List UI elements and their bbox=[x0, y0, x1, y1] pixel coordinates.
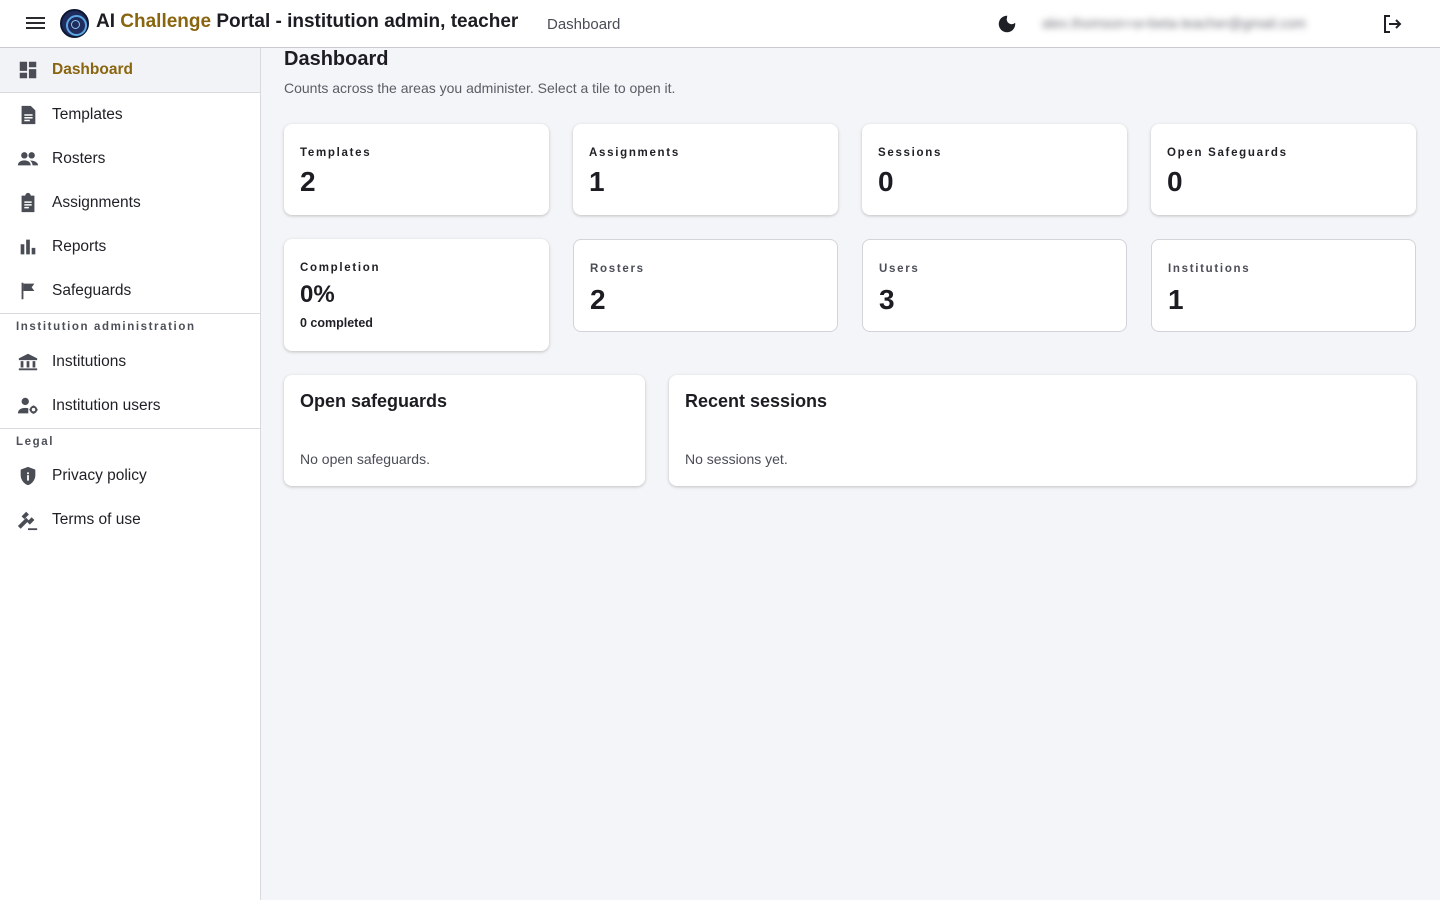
page-title: Dashboard bbox=[284, 48, 389, 70]
panel-title: Open safeguards bbox=[300, 391, 448, 411]
tile-label: Completion bbox=[300, 262, 381, 274]
tile-label: Sessions bbox=[878, 147, 943, 159]
dashboard-icon bbox=[17, 59, 39, 81]
tile-rosters[interactable]: Rosters 2 bbox=[573, 239, 838, 332]
tile-value: 0% bbox=[300, 281, 335, 308]
sidebar-item-institution-users[interactable]: Institution users bbox=[0, 384, 260, 428]
sidebar-item-label: Institution users bbox=[52, 397, 161, 414]
sidebar-item-label: Safeguards bbox=[52, 282, 132, 299]
empty-state: No sessions yet. bbox=[685, 451, 788, 467]
tile-users[interactable]: Users 3 bbox=[862, 239, 1127, 332]
sidebar-item-safeguards[interactable]: Safeguards bbox=[0, 269, 260, 313]
clipboard-icon bbox=[17, 192, 39, 214]
logout-icon[interactable] bbox=[1380, 12, 1404, 36]
panel-open-safeguards: Open safeguards No open safeguards. bbox=[284, 375, 645, 486]
app-title-suffix: Portal - institution admin, teacher bbox=[211, 11, 519, 32]
app-title-accent: Challenge bbox=[120, 11, 212, 32]
tile-templates[interactable]: Templates 2 bbox=[284, 124, 549, 215]
user-gear-icon bbox=[17, 395, 39, 417]
sidebar-item-templates[interactable]: Templates bbox=[0, 93, 260, 137]
sidebar-item-label: Reports bbox=[52, 238, 107, 255]
app-title: AI Challenge Portal - institution admin,… bbox=[96, 11, 518, 33]
sidebar-item-label: Privacy policy bbox=[52, 467, 147, 484]
sidebar-item-label: Assignments bbox=[52, 194, 141, 211]
panel-title: Recent sessions bbox=[685, 391, 828, 411]
tile-value: 0 bbox=[1167, 166, 1183, 197]
sidebar-item-label: Templates bbox=[52, 106, 123, 123]
tile-value: 2 bbox=[590, 284, 606, 315]
tile-label: Institutions bbox=[1168, 263, 1251, 275]
document-icon bbox=[17, 104, 39, 126]
bar-chart-icon bbox=[17, 236, 39, 258]
app-title-prefix: AI bbox=[96, 11, 121, 32]
tile-value: 1 bbox=[589, 166, 605, 197]
sidebar-item-label: Dashboard bbox=[52, 61, 133, 78]
tile-open-safeguards[interactable]: Open Safeguards 0 bbox=[1151, 124, 1416, 215]
tile-label: Templates bbox=[300, 147, 372, 159]
sidebar-item-label: Institutions bbox=[52, 353, 127, 370]
sidebar-item-privacy[interactable]: Privacy policy bbox=[0, 454, 260, 498]
page-subtitle: Counts across the areas you administer. … bbox=[284, 80, 676, 96]
bank-icon bbox=[17, 351, 39, 373]
tile-completion[interactable]: Completion 0% 0 completed bbox=[284, 239, 549, 351]
menu-icon[interactable] bbox=[22, 14, 50, 34]
moon-icon[interactable] bbox=[996, 13, 1018, 35]
shield-icon bbox=[17, 465, 39, 487]
sidebar-item-terms[interactable]: Terms of use bbox=[0, 498, 260, 542]
user-email: alex.thomson+a+beta-teacher@gmail.com bbox=[1042, 15, 1307, 31]
sidebar-item-assignments[interactable]: Assignments bbox=[0, 181, 260, 225]
people-icon bbox=[17, 148, 39, 170]
sidebar-item-label: Terms of use bbox=[52, 511, 141, 528]
panel-recent-sessions: Recent sessions No sessions yet. bbox=[669, 375, 1416, 486]
section-label-legal: Legal bbox=[16, 436, 55, 448]
tile-subtext: 0 completed bbox=[300, 316, 373, 330]
top-app-bar: AI Challenge Portal - institution admin,… bbox=[0, 0, 1440, 48]
sidebar-item-institutions[interactable]: Institutions bbox=[0, 340, 260, 384]
tile-value: 0 bbox=[878, 166, 894, 197]
breadcrumb: Dashboard bbox=[547, 16, 621, 33]
sidebar-divider bbox=[0, 428, 260, 429]
app-logo bbox=[60, 9, 89, 38]
tile-label: Rosters bbox=[590, 263, 645, 275]
tile-value: 3 bbox=[879, 284, 895, 315]
tile-assignments[interactable]: Assignments 1 bbox=[573, 124, 838, 215]
tile-label: Users bbox=[879, 263, 920, 275]
tile-institutions[interactable]: Institutions 1 bbox=[1151, 239, 1416, 332]
empty-state: No open safeguards. bbox=[300, 451, 430, 467]
sidebar: Dashboard Templates Rosters Assignments … bbox=[0, 48, 261, 900]
sidebar-item-label: Rosters bbox=[52, 150, 106, 167]
section-label-admin: Institution administration bbox=[16, 321, 196, 333]
sidebar-item-reports[interactable]: Reports bbox=[0, 225, 260, 269]
sidebar-item-rosters[interactable]: Rosters bbox=[0, 137, 260, 181]
sidebar-divider bbox=[0, 313, 260, 314]
sidebar-item-dashboard[interactable]: Dashboard bbox=[0, 48, 260, 92]
tile-sessions[interactable]: Sessions 0 bbox=[862, 124, 1127, 215]
tile-value: 2 bbox=[300, 166, 316, 197]
tile-label: Open Safeguards bbox=[1167, 147, 1288, 159]
tile-label: Assignments bbox=[589, 147, 680, 159]
gavel-icon bbox=[17, 509, 39, 531]
flag-icon bbox=[17, 280, 39, 302]
tile-value: 1 bbox=[1168, 284, 1184, 315]
